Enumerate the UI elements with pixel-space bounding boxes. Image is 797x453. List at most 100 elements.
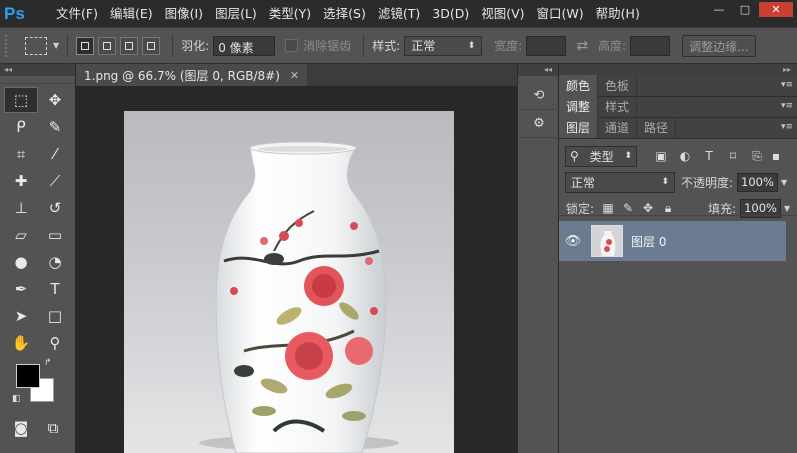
crop-icon[interactable]: ⌗ (4, 141, 38, 167)
opacity-input[interactable]: 100% (737, 172, 778, 192)
intersect-selection-icon (147, 41, 156, 50)
document-tab-title: 1.png @ 66.7% (图层 0, RGB/8#) (84, 68, 280, 83)
options-grip[interactable] (5, 34, 11, 57)
image-canvas[interactable] (124, 111, 454, 453)
rect-marquee-icon[interactable]: ⬚ (4, 87, 38, 113)
brush-icon[interactable]: ⟋ (38, 168, 72, 194)
tab-adjustments[interactable]: 调整 (559, 96, 599, 117)
lock-position-icon[interactable]: ✥ (638, 201, 658, 215)
quick-select-icon[interactable]: ✎ (38, 114, 72, 140)
type-icon[interactable]: T (38, 276, 72, 302)
eraser-icon[interactable]: ▱ (4, 222, 38, 248)
history-brush-icon[interactable]: ↺ (38, 195, 72, 221)
type-filter-icon[interactable]: T (697, 149, 721, 163)
path-select-icon[interactable]: ➤ (4, 303, 38, 329)
quick-mask-icon[interactable]: ◙ (8, 415, 34, 441)
blur-icon[interactable]: ● (4, 249, 38, 275)
properties-panel-icon[interactable]: ⚙ (518, 110, 560, 138)
fill-arrow-icon[interactable]: ▼ (784, 204, 790, 213)
lock-all-icon[interactable]: 🔒︎ (658, 201, 678, 216)
menu-item[interactable]: 编辑(E) (104, 0, 159, 27)
shape-icon[interactable]: □ (38, 303, 72, 329)
layer-row[interactable]: 👁︎ 图层 0 (559, 221, 786, 261)
adjustment-filter-icon[interactable]: ◐ (673, 149, 697, 163)
preset-caret-icon[interactable]: ▼ (53, 41, 59, 50)
screen-mode-icon[interactable]: ⧉ (40, 415, 66, 441)
layer-filter-dropdown[interactable]: ⚲ 类型 ⬍ (565, 145, 637, 167)
dodge-icon[interactable]: ◔ (38, 249, 72, 275)
tab-layers[interactable]: 图层 (559, 117, 599, 138)
swap-icon[interactable]: ⇄ (576, 38, 588, 54)
close-button[interactable]: ✕ (759, 2, 793, 17)
minimize-button[interactable]: — (707, 2, 731, 17)
layer-thumbnail (591, 225, 623, 257)
style-dropdown[interactable]: 正常 ⬍ (404, 35, 483, 56)
tab-channels[interactable]: 通道 (598, 117, 638, 138)
antialias-checkbox[interactable] (285, 39, 299, 52)
feather-input[interactable]: 0 像素 (213, 35, 276, 56)
stamp-icon[interactable]: ⊥ (4, 195, 38, 221)
updown-icon: ⬍ (661, 177, 669, 187)
opacity-arrow-icon[interactable]: ▼ (781, 178, 787, 187)
menu-item[interactable]: 类型(Y) (263, 0, 317, 27)
tab-styles[interactable]: 样式 (598, 96, 638, 117)
subtract-selection-button[interactable] (120, 36, 139, 55)
pen-icon[interactable]: ✒ (4, 276, 38, 302)
swap-colors-icon[interactable]: ↱ (44, 358, 52, 368)
menu-item[interactable]: 窗口(W) (531, 0, 590, 27)
intersect-selection-button[interactable] (142, 36, 161, 55)
menu-item[interactable]: 选择(S) (317, 0, 372, 27)
tab-color[interactable]: 颜色 (559, 75, 599, 96)
divider (172, 34, 174, 57)
eyedropper-icon[interactable]: ⁄ (38, 141, 72, 167)
menu-items: 文件(F) 编辑(E) 图像(I) 图层(L) 类型(Y) 选择(S) 滤镜(T) 3D(D)… (50, 0, 646, 27)
menu-item[interactable]: 3D(D) (426, 0, 475, 27)
visibility-eye-icon[interactable]: 👁︎ (559, 234, 587, 249)
filter-toggle-icon[interactable]: ▪ (769, 149, 783, 163)
window-controls: — □ ✕ (705, 2, 793, 17)
tools-grip[interactable] (0, 76, 75, 84)
menu-item[interactable]: 滤镜(T) (372, 0, 426, 27)
lock-transparent-icon[interactable]: ▦ (598, 201, 618, 215)
menu-item[interactable]: 视图(V) (475, 0, 530, 27)
tab-paths[interactable]: 路径 (637, 117, 677, 138)
menu-bar: Ps 文件(F) 编辑(E) 图像(I) 图层(L) 类型(Y) 选择(S) 滤镜(T) 3D… (0, 0, 797, 27)
lock-pixels-icon[interactable]: ✎ (618, 201, 638, 215)
menu-item[interactable]: 图像(I) (159, 0, 209, 27)
close-tab-icon[interactable]: ✕ (290, 69, 299, 82)
history-panel-icon[interactable]: ⟲ (518, 82, 560, 110)
color-swatches: ↱ ◧ (12, 358, 64, 412)
new-selection-button[interactable] (76, 36, 95, 55)
width-input[interactable] (526, 35, 567, 56)
lasso-icon[interactable]: ᑭ (4, 114, 38, 140)
divider (559, 215, 797, 216)
gradient-icon[interactable]: ▭ (38, 222, 72, 248)
height-input[interactable] (630, 35, 671, 56)
opacity-label: 不透明度: (681, 175, 734, 190)
shape-filter-icon[interactable]: ⌑ (721, 149, 745, 163)
menu-item[interactable]: 帮助(H) (590, 0, 646, 27)
refine-edge-button[interactable]: 调整边缘... (682, 34, 756, 57)
panel-menu-icon[interactable]: ▾≡ (781, 122, 793, 132)
menu-item[interactable]: 图层(L) (209, 0, 263, 27)
add-selection-button[interactable] (98, 36, 117, 55)
healing-brush-icon[interactable]: ✚ (4, 168, 38, 194)
tool-preset-picker[interactable] (25, 36, 47, 55)
move-icon[interactable]: ✥ (38, 87, 72, 113)
document-tab[interactable]: 1.png @ 66.7% (图层 0, RGB/8#) ✕ (76, 64, 308, 86)
tab-swatches[interactable]: 色板 (598, 75, 638, 96)
panel-menu-icon[interactable]: ▾≡ (781, 80, 793, 90)
foreground-color-swatch[interactable] (16, 364, 40, 388)
dock-collapse[interactable]: ◂◂ (518, 64, 558, 76)
pixel-filter-icon[interactable]: ▣ (649, 149, 673, 163)
restore-button[interactable]: □ (733, 2, 757, 17)
blend-mode-dropdown[interactable]: 正常 ⬍ (565, 171, 675, 193)
default-colors-icon[interactable]: ◧ (12, 394, 21, 404)
divider (363, 34, 365, 57)
hand-icon[interactable]: ✋ (4, 330, 38, 356)
zoom-icon[interactable]: ⚲ (38, 330, 72, 356)
tools-collapse[interactable]: ◂◂ (0, 64, 75, 76)
smart-object-filter-icon[interactable]: ⎘ (745, 149, 769, 164)
menu-item[interactable]: 文件(F) (50, 0, 104, 27)
panel-menu-icon[interactable]: ▾≡ (781, 101, 793, 111)
